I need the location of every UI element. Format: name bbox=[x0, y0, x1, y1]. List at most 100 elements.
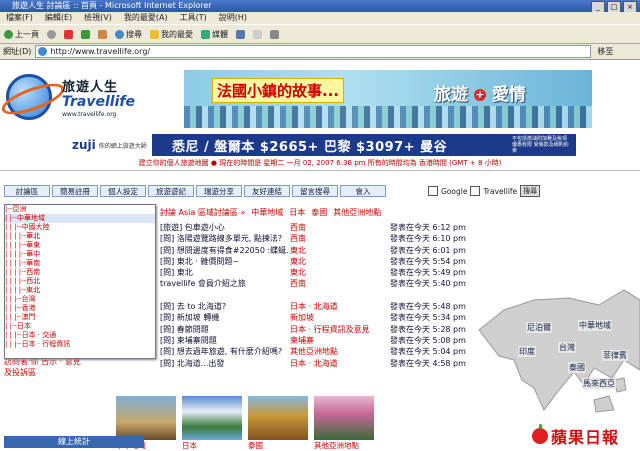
map-label-india[interactable]: 印度 bbox=[518, 346, 536, 357]
back-button[interactable]: 上一頁 bbox=[4, 29, 39, 40]
subnav-other-asia[interactable]: 其他亞洲地點 bbox=[333, 207, 381, 220]
menu-favorites[interactable]: 我的最愛(A) bbox=[124, 12, 168, 24]
post-title[interactable]: [問] 洛陽遊覽路線多單元, 點揀法? bbox=[160, 233, 290, 244]
online-stats-header: 線上統計 bbox=[4, 436, 144, 448]
post-forum[interactable]: 新加坡 bbox=[290, 312, 390, 323]
nav-profile[interactable]: 個人設定 bbox=[100, 185, 146, 197]
nav-links[interactable]: 友好連結 bbox=[244, 185, 290, 197]
zuji-ad-banner[interactable]: zuji 你的網上旅遊大師 悉尼 / 盤爾本 $2665+ 巴黎 $3097+ … bbox=[68, 134, 576, 156]
forward-button[interactable] bbox=[47, 29, 56, 39]
post-title[interactable]: [問] 新加坡 轉機 bbox=[160, 312, 290, 323]
post-forum[interactable]: 東北 bbox=[290, 256, 390, 267]
dropdown-item-north[interactable]: | | | |--華北 bbox=[5, 232, 155, 241]
subnav-japan[interactable]: 日本 bbox=[289, 207, 305, 220]
go-button[interactable]: 移至 bbox=[597, 46, 613, 57]
thumb-thailand[interactable]: 泰國 bbox=[248, 396, 308, 450]
dropdown-item-mainland[interactable]: | | |--中國大陸 bbox=[5, 223, 155, 232]
dropdown-item-south[interactable]: | | | |--華南 bbox=[5, 259, 155, 268]
dropdown-item-japan-transport[interactable]: | | |--日本 · 交通 bbox=[5, 331, 155, 340]
post-forum[interactable]: 西南 bbox=[290, 278, 390, 289]
post-forum[interactable]: 柬埔寨 bbox=[290, 335, 390, 346]
post-forum[interactable]: 東北 bbox=[290, 245, 390, 256]
thumb-caption: 泰國 bbox=[248, 441, 263, 450]
media-button[interactable]: 媒體 bbox=[201, 29, 228, 40]
search-submit-button[interactable]: 搜尋 bbox=[520, 185, 541, 197]
nav-forum[interactable]: 討論區 bbox=[4, 185, 50, 197]
forward-arrow-icon bbox=[47, 29, 56, 39]
post-forum[interactable]: 日本 · 北海道 bbox=[290, 358, 390, 369]
map-label-china[interactable]: 中華地域 bbox=[578, 320, 612, 331]
post-title[interactable]: [問] 春節問題 bbox=[160, 324, 290, 335]
site-radio[interactable] bbox=[470, 186, 481, 196]
menu-tools[interactable]: 工具(T) bbox=[180, 12, 207, 24]
thumb-japan[interactable]: 日本 bbox=[182, 396, 242, 450]
mail-button[interactable] bbox=[253, 29, 262, 39]
stop-button[interactable] bbox=[64, 29, 73, 39]
dropdown-item-southwest[interactable]: | | | |--西南 bbox=[5, 268, 155, 277]
post-forum[interactable]: 其他亞洲地點 bbox=[290, 346, 390, 357]
nav-search[interactable]: 留言搜尋 bbox=[292, 185, 338, 197]
nav-travelogue[interactable]: 旅遊遊記 bbox=[148, 185, 194, 197]
dropdown-item-east[interactable]: | | | |--華東 bbox=[5, 241, 155, 250]
map-label-taiwan[interactable]: 台灣 bbox=[558, 342, 576, 353]
post-title[interactable]: [問] 柬埔寨問題 bbox=[160, 335, 290, 346]
address-bar: 網址(D) http://www.travellife.org/ 移至 bbox=[0, 44, 640, 60]
site-logo[interactable]: 旅遊人生 Travellife www.travellife.org bbox=[0, 74, 146, 124]
post-forum[interactable]: 東北 bbox=[290, 267, 390, 278]
site-search: Google Travellife 搜尋 bbox=[428, 185, 541, 197]
complaint-link[interactable]: 及投訴區 bbox=[4, 367, 154, 378]
subnav-china[interactable]: 中華地域 bbox=[251, 207, 283, 220]
search-button[interactable]: 搜尋 bbox=[115, 29, 142, 40]
dropdown-item-macau[interactable]: | | |--澳門 bbox=[5, 313, 155, 322]
menu-help[interactable]: 說明(H) bbox=[219, 12, 247, 24]
watermark-text: 蘋果日報 bbox=[551, 428, 620, 447]
refresh-button[interactable] bbox=[81, 29, 90, 39]
dropdown-item-asia[interactable]: |--亞洲 bbox=[5, 205, 155, 214]
post-title[interactable]: [問] 北海道...出發 bbox=[160, 358, 290, 369]
post-title[interactable]: travellife 會員介紹之旅 bbox=[160, 278, 290, 289]
menu-view[interactable]: 檢視(V) bbox=[84, 12, 112, 24]
thumb-china[interactable]: 中華地域 bbox=[116, 396, 176, 450]
print-button[interactable] bbox=[270, 29, 279, 39]
menu-edit[interactable]: 編輯(E) bbox=[45, 12, 72, 24]
nav-share[interactable]: 瑞遊分享 bbox=[196, 185, 242, 197]
dropdown-item-northeast[interactable]: | | | |--東北 bbox=[5, 286, 155, 295]
post-title[interactable]: [旅遊] 包車遊小心 bbox=[160, 222, 290, 233]
nav-login[interactable]: 會入 bbox=[340, 185, 386, 197]
map-label-thailand[interactable]: 泰國 bbox=[568, 362, 586, 373]
post-title[interactable]: [問] 東北 bbox=[160, 267, 290, 278]
map-label-malaysia[interactable]: 馬來西亞 bbox=[582, 378, 616, 389]
post-forum[interactable]: 日本 · 北海道 bbox=[290, 301, 390, 312]
post-title[interactable]: [問] 去 to 北海道? bbox=[160, 301, 290, 312]
home-button[interactable] bbox=[98, 29, 107, 39]
header-banner[interactable]: 法國小鎮的故事... 旅遊 + 愛情 bbox=[184, 70, 592, 128]
google-radio[interactable] bbox=[428, 186, 438, 196]
subnav-thailand[interactable]: 泰國 bbox=[311, 207, 327, 220]
post-forum[interactable]: 日本 · 行程資訊及意見 bbox=[290, 324, 390, 335]
menu-file[interactable]: 檔案(F) bbox=[6, 12, 33, 24]
address-input[interactable]: http://www.travellife.org/ bbox=[35, 45, 592, 58]
favorites-button[interactable]: 我的最愛 bbox=[150, 29, 193, 40]
dropdown-item-central[interactable]: | | | |--華中 bbox=[5, 250, 155, 259]
dropdown-item-hongkong[interactable]: | | |--香港 bbox=[5, 304, 155, 313]
history-button[interactable] bbox=[236, 29, 245, 39]
post-title[interactable]: [問] 想去過年旅遊, 有什麼介紹嗎? bbox=[160, 346, 290, 357]
post-time: 發表在今天 6:12 pm bbox=[390, 223, 466, 232]
asia-map[interactable]: 中華地域 尼泊爾 印度 台灣 菲律賓 泰國 馬來西亞 bbox=[474, 260, 640, 415]
dropdown-item-taiwan[interactable]: | | |--台灣 bbox=[5, 295, 155, 304]
thumb-other-asia[interactable]: 其他亞洲地點 bbox=[314, 396, 374, 450]
dropdown-item-china-region[interactable]: | |--中華地域 bbox=[5, 214, 155, 223]
post-forum[interactable]: 西南 bbox=[290, 233, 390, 244]
post-row: [問] 想問邊度有得食#22050 :蝶蜒... 東北 發表在今天 6:01 pm bbox=[160, 245, 480, 256]
post-title[interactable]: [問] 東北 · 雜價問題~ bbox=[160, 256, 290, 267]
dropdown-item-northwest[interactable]: | | | |--西北 bbox=[5, 277, 155, 286]
post-forum[interactable]: 西南 bbox=[290, 222, 390, 233]
map-label-nepal[interactable]: 尼泊爾 bbox=[526, 322, 552, 333]
dropdown-item-japan-itinerary[interactable]: | | |--日本 · 行程資訊 bbox=[5, 340, 155, 349]
nav-register[interactable]: 簡易註冊 bbox=[52, 185, 98, 197]
map-label-philippines[interactable]: 菲律賓 bbox=[602, 350, 628, 361]
left-links: 訪問者·你 告示 · 意見 及投訴區 bbox=[4, 356, 154, 378]
subnav-asia[interactable]: 討論 Asia 區域討論區 » bbox=[160, 207, 245, 220]
dropdown-item-japan[interactable]: | |--日本 bbox=[5, 322, 155, 331]
post-title[interactable]: [問] 想問邊度有得食#22050 :蝶蜒... bbox=[160, 245, 290, 256]
